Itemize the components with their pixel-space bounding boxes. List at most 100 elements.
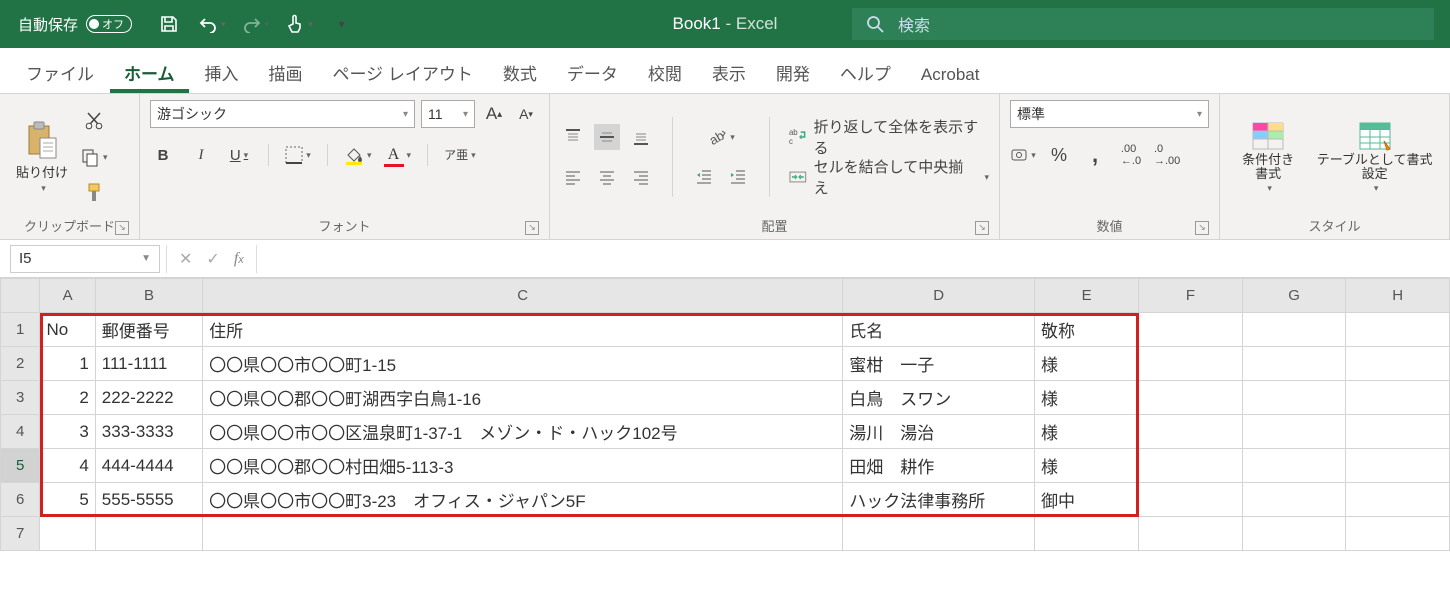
increase-font-button[interactable]: A▴ (481, 101, 507, 127)
accounting-format-button[interactable] (1010, 142, 1036, 168)
wrap-text-button[interactable]: abc 折り返して全体を表示する (788, 124, 989, 150)
tab-開発[interactable]: 開発 (762, 50, 824, 93)
cell-B3[interactable]: 222-2222 (95, 381, 202, 415)
cell-H2[interactable] (1346, 347, 1450, 381)
underline-button[interactable]: U (226, 142, 252, 168)
row-header-6[interactable]: 6 (1, 483, 40, 517)
decrease-indent-button[interactable] (691, 164, 717, 190)
paste-button[interactable]: 貼り付け (10, 116, 74, 198)
row-header-7[interactable]: 7 (1, 517, 40, 551)
align-top-button[interactable] (560, 124, 586, 150)
cell-G2[interactable] (1242, 347, 1346, 381)
decrease-decimal-button[interactable]: .0→.00 (1154, 142, 1180, 168)
insert-function-button[interactable]: fx (234, 250, 244, 268)
dialog-launcher[interactable]: ↘ (525, 221, 539, 235)
cell-C7[interactable] (203, 517, 843, 551)
cell-C2[interactable]: 〇〇県〇〇市〇〇町1-15 (203, 347, 843, 381)
cell-B6[interactable]: 555-5555 (95, 483, 202, 517)
cell-A3[interactable]: 2 (40, 381, 95, 415)
col-header-D[interactable]: D (843, 279, 1035, 313)
tab-校閲[interactable]: 校閲 (634, 50, 696, 93)
search-box[interactable]: 検索 (852, 8, 1434, 40)
copy-button[interactable] (80, 144, 108, 170)
tab-ホーム[interactable]: ホーム (110, 50, 189, 93)
cell-H7[interactable] (1346, 517, 1450, 551)
col-header-C[interactable]: C (203, 279, 843, 313)
cell-F1[interactable] (1139, 313, 1243, 347)
worksheet-grid[interactable]: ABCDEFGH1No郵便番号住所氏名敬称21111-1111〇〇県〇〇市〇〇町… (0, 278, 1450, 551)
col-header-G[interactable]: G (1242, 279, 1346, 313)
font-size-select[interactable]: 11▾ (421, 100, 475, 128)
phonetic-button[interactable]: ア亜 (444, 142, 476, 168)
percent-button[interactable]: % (1046, 142, 1072, 168)
cell-F7[interactable] (1139, 517, 1243, 551)
cell-H3[interactable] (1346, 381, 1450, 415)
col-header-B[interactable]: B (95, 279, 202, 313)
dialog-launcher[interactable]: ↘ (115, 221, 129, 235)
orientation-button[interactable]: ab (707, 124, 735, 150)
cell-G5[interactable] (1242, 449, 1346, 483)
autosave-pill[interactable]: オフ (86, 15, 132, 33)
cancel-formula-button[interactable]: ✕ (179, 249, 192, 269)
cell-F2[interactable] (1139, 347, 1243, 381)
tab-挿入[interactable]: 挿入 (191, 50, 253, 93)
cell-G3[interactable] (1242, 381, 1346, 415)
cell-E7[interactable] (1034, 517, 1138, 551)
redo-button[interactable] (242, 11, 270, 37)
save-icon[interactable] (156, 11, 182, 37)
cell-C5[interactable]: 〇〇県〇〇郡〇〇村田畑5-113-3 (203, 449, 843, 483)
cell-G1[interactable] (1242, 313, 1346, 347)
cell-H4[interactable] (1346, 415, 1450, 449)
row-header-1[interactable]: 1 (1, 313, 40, 347)
font-color-button[interactable]: A (384, 142, 412, 168)
cell-A5[interactable]: 4 (40, 449, 95, 483)
cell-B5[interactable]: 444-4444 (95, 449, 202, 483)
bold-button[interactable]: B (150, 142, 176, 168)
col-header-A[interactable]: A (40, 279, 95, 313)
cell-H5[interactable] (1346, 449, 1450, 483)
qat-customize[interactable]: ▾ (329, 11, 355, 37)
cell-E1[interactable]: 敬称 (1034, 313, 1138, 347)
fill-color-button[interactable] (344, 142, 372, 168)
cell-C3[interactable]: 〇〇県〇〇郡〇〇町湖西字白鳥1-16 (203, 381, 843, 415)
increase-indent-button[interactable] (725, 164, 751, 190)
increase-decimal-button[interactable]: .00←.0 (1118, 142, 1144, 168)
cell-H6[interactable] (1346, 483, 1450, 517)
tab-Acrobat[interactable]: Acrobat (907, 55, 994, 93)
cell-C6[interactable]: 〇〇県〇〇市〇〇町3-23 オフィス・ジャパン5F (203, 483, 843, 517)
cell-A7[interactable] (40, 517, 95, 551)
border-button[interactable] (285, 142, 311, 168)
cell-D6[interactable]: ハック法律事務所 (843, 483, 1035, 517)
align-right-button[interactable] (628, 164, 654, 190)
align-center-button[interactable] (594, 164, 620, 190)
col-header-F[interactable]: F (1139, 279, 1243, 313)
align-bottom-button[interactable] (628, 124, 654, 150)
font-name-select[interactable]: 游ゴシック▾ (150, 100, 415, 128)
row-header-3[interactable]: 3 (1, 381, 40, 415)
cell-E5[interactable]: 様 (1034, 449, 1138, 483)
cell-G6[interactable] (1242, 483, 1346, 517)
cell-B7[interactable] (95, 517, 202, 551)
merge-center-button[interactable]: セルを結合して中央揃え (788, 164, 989, 190)
cell-D5[interactable]: 田畑 耕作 (843, 449, 1035, 483)
tab-数式[interactable]: 数式 (489, 50, 551, 93)
cell-F6[interactable] (1139, 483, 1243, 517)
cell-F4[interactable] (1139, 415, 1243, 449)
tab-表示[interactable]: 表示 (698, 50, 760, 93)
align-middle-button[interactable] (594, 124, 620, 150)
autosave-toggle[interactable]: 自動保存 オフ (18, 14, 132, 35)
conditional-formatting-button[interactable]: 条件付き書式 (1230, 117, 1306, 198)
cell-A2[interactable]: 1 (40, 347, 95, 381)
cell-A1[interactable]: No (40, 313, 95, 347)
tab-データ[interactable]: データ (553, 50, 632, 93)
comma-button[interactable]: , (1082, 142, 1108, 168)
name-box[interactable]: I5▼ (10, 245, 160, 273)
cell-C4[interactable]: 〇〇県〇〇市〇〇区温泉町1-37-1 メゾン・ド・ハック102号 (203, 415, 843, 449)
cell-C1[interactable]: 住所 (203, 313, 843, 347)
cut-button[interactable] (81, 108, 107, 134)
cell-E4[interactable]: 様 (1034, 415, 1138, 449)
cell-D1[interactable]: 氏名 (843, 313, 1035, 347)
cell-A6[interactable]: 5 (40, 483, 95, 517)
row-header-5[interactable]: 5 (1, 449, 40, 483)
align-left-button[interactable] (560, 164, 586, 190)
